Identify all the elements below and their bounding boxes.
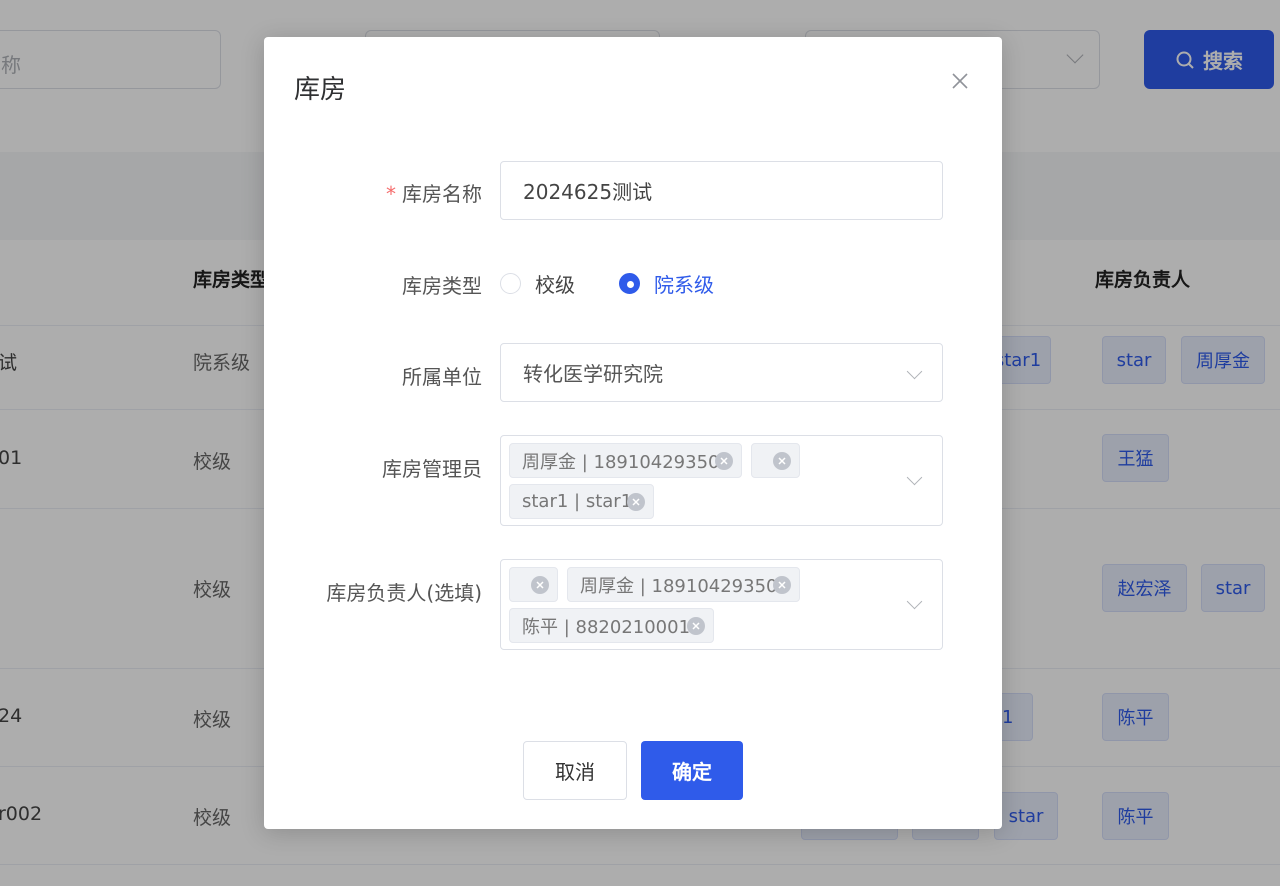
close-circle-icon[interactable]: [627, 493, 645, 511]
warehouse-name-field[interactable]: [500, 161, 943, 220]
warehouse-name-label-text: 库房名称: [402, 182, 482, 206]
confirm-button[interactable]: 确定: [641, 741, 743, 800]
managers-multiselect[interactable]: 周厚金 | 18910429350 star1 | star1: [500, 435, 943, 526]
close-circle-icon[interactable]: [715, 452, 733, 470]
manager-chip: 周厚金 | 18910429350: [509, 443, 742, 478]
warehouse-name-input[interactable]: [523, 178, 920, 203]
owners-multiselect[interactable]: 周厚金 | 18910429350 陈平 | 8820210001: [500, 559, 943, 650]
unit-select[interactable]: 转化医学研究院: [500, 343, 943, 402]
required-mark: *: [386, 182, 396, 206]
radio-department-level-label: 院系级: [654, 273, 714, 297]
close-circle-icon[interactable]: [687, 617, 705, 635]
warehouse-dialog: 库房 *库房名称 库房类型 校级 院系级 所属单位 转化医学研究院 库房管理员 …: [264, 37, 1002, 829]
managers-label: 库房管理员: [382, 457, 482, 481]
chevron-down-icon: [906, 363, 923, 380]
close-button[interactable]: [948, 69, 972, 93]
warehouse-type-label: 库房类型: [402, 274, 482, 298]
radio-school-level-label: 校级: [535, 273, 575, 297]
chevron-down-icon: [906, 469, 923, 486]
cancel-button[interactable]: 取消: [523, 741, 627, 800]
owner-chip: [509, 567, 558, 602]
close-circle-icon[interactable]: [773, 452, 791, 470]
warehouse-name-label: * 库房名称: [386, 178, 482, 207]
manager-chip: [751, 443, 800, 478]
unit-select-value: 转化医学研究院: [523, 362, 663, 386]
owner-chip-label: 陈平 | 8820210001: [522, 616, 691, 638]
close-icon: [952, 73, 968, 89]
close-circle-icon[interactable]: [773, 576, 791, 594]
warehouse-type-radio-group: 校级 院系级: [500, 269, 714, 298]
owners-label: 库房负责人(选填): [326, 581, 482, 605]
owner-chip: 周厚金 | 18910429350: [567, 567, 800, 602]
chevron-down-icon: [906, 593, 923, 610]
manager-chip-label: 周厚金 | 18910429350: [522, 451, 720, 473]
unit-label: 所属单位: [402, 365, 482, 389]
radio-circle[interactable]: [500, 273, 521, 294]
manager-chip-label: star1 | star1: [522, 491, 633, 512]
radio-department-level[interactable]: 院系级: [619, 269, 714, 298]
dialog-title: 库房: [294, 75, 347, 105]
owner-chip-label: 周厚金 | 18910429350: [580, 575, 778, 597]
owner-chip: 陈平 | 8820210001: [509, 608, 714, 643]
manager-chip: star1 | star1: [509, 484, 654, 519]
radio-school-level[interactable]: 校级: [500, 269, 575, 298]
close-circle-icon[interactable]: [531, 576, 549, 594]
radio-circle-checked[interactable]: [619, 273, 640, 294]
